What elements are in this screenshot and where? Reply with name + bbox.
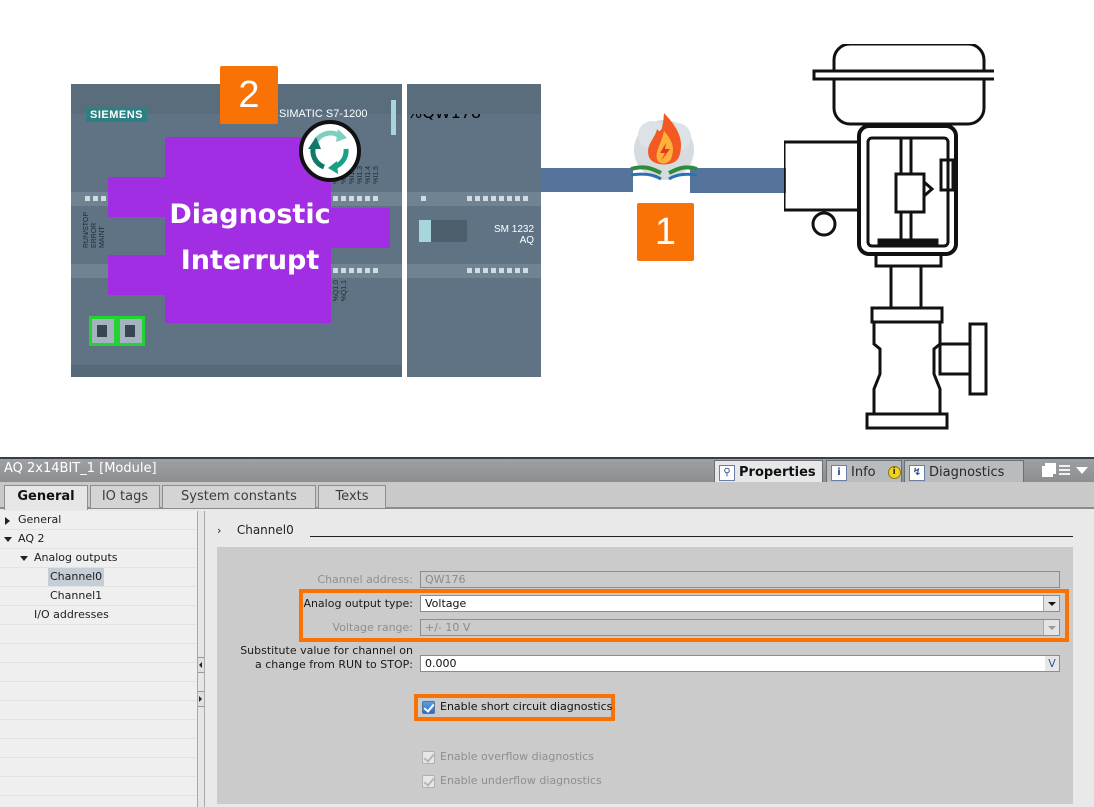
sm-model-line1: SM 1232 bbox=[494, 224, 535, 235]
tab-info-label: Info bbox=[851, 465, 876, 480]
substitute-value-input[interactable]: 0.000 V bbox=[420, 655, 1060, 672]
short-circuit-label[interactable]: Enable short circuit diagnostics bbox=[440, 700, 612, 713]
channel-settings-panel: Channel address: QW176 Analog output typ… bbox=[217, 547, 1073, 804]
short-circuit-checkbox[interactable] bbox=[422, 701, 435, 714]
info-icon: i bbox=[831, 464, 847, 481]
inspector-title-bar: AQ 2x14BIT_1 [Module] ⚲ Properties i Inf… bbox=[0, 457, 1094, 482]
tree-item-channel0[interactable]: Channel0 bbox=[0, 568, 197, 587]
navigation-tree: General AQ 2 Analog outputs Channel0 Cha… bbox=[0, 511, 197, 807]
chevron-right-icon[interactable]: › bbox=[217, 524, 233, 537]
section-divider bbox=[310, 536, 1073, 537]
collapse-icon[interactable] bbox=[20, 556, 28, 561]
tree-item-label: Channel1 bbox=[50, 589, 103, 602]
layout-menu-icon[interactable] bbox=[1059, 465, 1070, 475]
section-title: Channel0 bbox=[236, 523, 294, 537]
sm-led-row-bottom bbox=[407, 264, 541, 278]
pane-splitter[interactable] bbox=[197, 511, 205, 807]
tree-empty-row bbox=[0, 720, 197, 739]
tree-item-channel1[interactable]: Channel1 bbox=[0, 587, 197, 606]
tree-item-io-addresses[interactable]: I/O addresses bbox=[0, 606, 197, 625]
ethernet-port-2 bbox=[120, 319, 142, 343]
dropdown-arrow-icon[interactable] bbox=[1076, 466, 1088, 474]
tree-item-label: Channel0 bbox=[48, 568, 105, 586]
tree-empty-row bbox=[0, 682, 197, 701]
cable-right bbox=[690, 168, 786, 193]
channel-address-field: QW176 bbox=[420, 571, 1060, 588]
substitute-value-label: Substitute value for channel on a change… bbox=[240, 644, 413, 672]
tree-item-aq2[interactable]: AQ 2 bbox=[0, 530, 197, 549]
tab-info[interactable]: i Info i bbox=[826, 460, 902, 482]
substitute-value-label-line1: Substitute value for channel on bbox=[240, 644, 413, 657]
overflow-checkbox bbox=[422, 751, 435, 764]
properties-content: › Channel0 Channel address: QW176 Analog… bbox=[205, 511, 1094, 807]
plc-slot-indicator bbox=[391, 100, 396, 135]
expand-icon[interactable] bbox=[5, 517, 10, 525]
fire-broken-wire-icon bbox=[630, 113, 698, 181]
collapse-icon[interactable] bbox=[4, 537, 12, 542]
refresh-cycle-icon bbox=[299, 120, 361, 182]
tab-texts[interactable]: Texts bbox=[318, 485, 386, 508]
properties-icon: ⚲ bbox=[719, 464, 735, 481]
sm-top-band bbox=[407, 84, 541, 114]
control-valve-icon bbox=[784, 44, 994, 430]
tab-properties[interactable]: ⚲ Properties bbox=[714, 460, 823, 482]
expand-right-icon[interactable] bbox=[198, 691, 204, 707]
sm-model-line2: AQ bbox=[519, 235, 535, 246]
underflow-label: Enable underflow diagnostics bbox=[440, 774, 602, 787]
substitute-value-label-line2: a change from RUN to STOP: bbox=[255, 658, 413, 671]
property-tabs: General IO tags System constants Texts bbox=[0, 482, 1094, 510]
siemens-logo: SIEMENS bbox=[86, 108, 148, 122]
underflow-checkbox bbox=[422, 775, 435, 788]
section-header[interactable]: › Channel0 bbox=[217, 523, 294, 537]
ethernet-port-1 bbox=[92, 319, 114, 343]
channel-address-label: Channel address: bbox=[317, 573, 413, 586]
tab-diagnostics-label: Diagnostics bbox=[929, 465, 1005, 480]
diagnostics-icon: ↯ bbox=[909, 464, 925, 481]
highlight-output-settings bbox=[299, 589, 1069, 642]
tree-item-label: General bbox=[18, 513, 62, 526]
sm-model-label: SM 1232 AQ bbox=[494, 224, 534, 246]
step-badge-2: 2 bbox=[220, 66, 278, 124]
tab-diagnostics[interactable]: ↯ Diagnostics bbox=[904, 460, 1024, 482]
inspector-window: AQ 2x14BIT_1 [Module] ⚲ Properties i Inf… bbox=[0, 457, 1094, 807]
window-controls bbox=[1042, 463, 1088, 477]
tree-item-analog-outputs[interactable]: Analog outputs bbox=[0, 549, 197, 568]
tree-item-label: I/O addresses bbox=[34, 608, 109, 621]
tab-system-constants[interactable]: System constants bbox=[162, 485, 316, 508]
signal-module-illustration: SM 1232 AQ %QW176 %QW178 bbox=[405, 84, 541, 377]
cable-left bbox=[541, 168, 633, 192]
tree-item-general[interactable]: General bbox=[0, 511, 197, 530]
tab-general[interactable]: General bbox=[4, 485, 88, 510]
tree-empty-row bbox=[0, 701, 197, 720]
sm-led-row-top bbox=[407, 192, 541, 206]
tree-empty-row bbox=[0, 663, 197, 682]
inspector-title: AQ 2x14BIT_1 [Module] bbox=[4, 461, 157, 476]
tree-empty-row bbox=[0, 777, 197, 796]
restore-window-icon[interactable] bbox=[1042, 466, 1053, 477]
tree-empty-row bbox=[0, 739, 197, 758]
substitute-value-unit: V bbox=[1045, 656, 1059, 671]
collapse-left-icon[interactable] bbox=[198, 657, 204, 673]
tab-properties-label: Properties bbox=[739, 465, 816, 480]
diagnostic-interrupt-label: Diagnostic Interrupt bbox=[150, 192, 350, 284]
page: SIEMENS SIMATIC S7-1200 RUN/STOP ERROR M… bbox=[0, 0, 1094, 807]
tree-item-label: Analog outputs bbox=[34, 551, 118, 564]
sm-slot bbox=[419, 220, 467, 242]
tree-empty-row bbox=[0, 644, 197, 663]
tree-item-label: AQ 2 bbox=[18, 532, 45, 545]
plc-status-led-labels: RUN/STOP ERROR MAINT bbox=[83, 212, 106, 249]
substitute-value: 0.000 bbox=[425, 657, 457, 670]
tree-empty-row bbox=[0, 625, 197, 644]
overlay-line2: Interrupt bbox=[180, 245, 320, 276]
info-warning-icon: i bbox=[887, 466, 901, 479]
overlay-line1: Diagnostic bbox=[169, 199, 331, 230]
tab-io-tags[interactable]: IO tags bbox=[90, 485, 160, 508]
tree-empty-row bbox=[0, 758, 197, 777]
overflow-label: Enable overflow diagnostics bbox=[440, 750, 594, 763]
step-badge-1: 1 bbox=[637, 203, 694, 261]
ethernet-ports bbox=[89, 316, 145, 346]
plc-bottom-band bbox=[71, 365, 402, 377]
